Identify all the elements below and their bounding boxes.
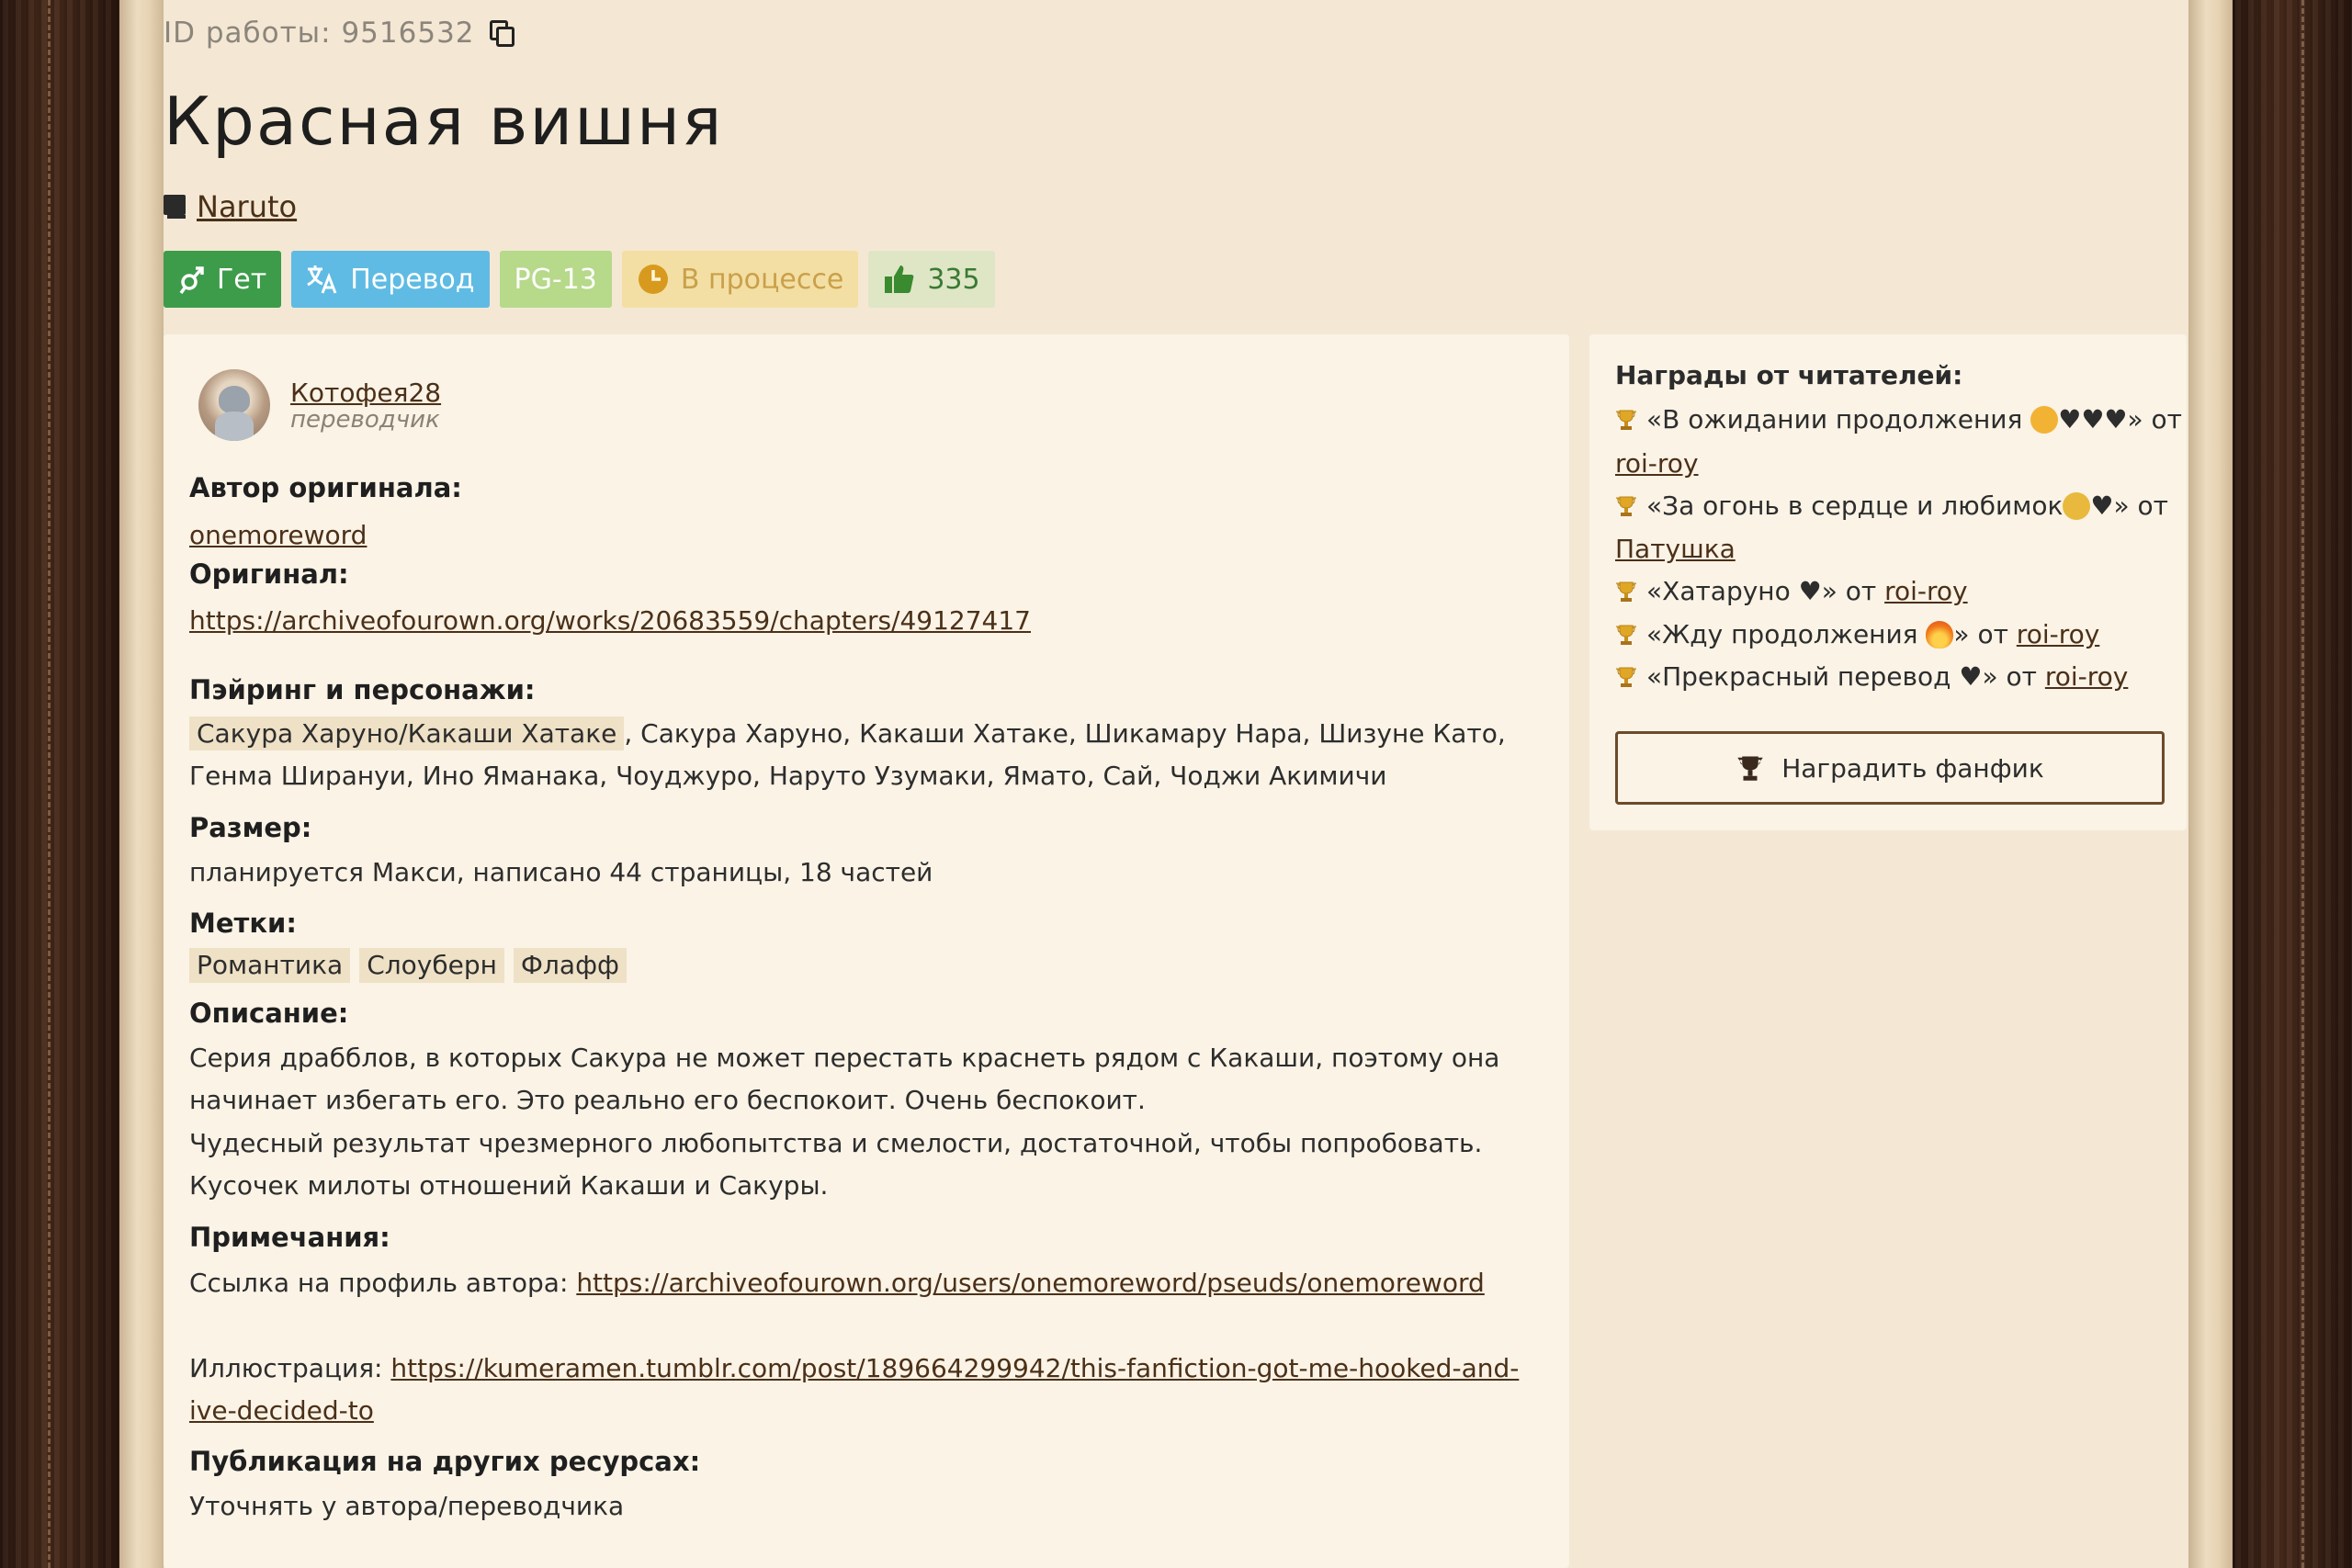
translation-label: Перевод <box>350 263 475 296</box>
paper-border-right <box>2188 0 2233 1568</box>
tag-item[interactable]: Романтика <box>189 948 351 983</box>
direction-label: Гет <box>217 263 267 296</box>
trophy-icon <box>1737 756 1763 781</box>
award-giver-link[interactable]: roi-roy <box>2017 619 2100 649</box>
author-profile-link[interactable]: https://archiveofourown.org/users/onemor… <box>576 1268 1485 1298</box>
fandom-link[interactable]: Naruto <box>197 189 297 224</box>
copy-icon[interactable] <box>488 18 515 48</box>
award-item: «Жду продолжения » от roi-roy <box>1615 614 2099 656</box>
publication-value: Уточнять у автора/переводчика <box>189 1491 625 1521</box>
award-giver-link[interactable]: Патушка <box>1615 534 1736 564</box>
size-label: Размер: <box>189 812 312 843</box>
award-fanfic-button[interactable]: Наградить фанфик <box>1615 731 2165 805</box>
work-id: ID работы: 9516532 <box>164 17 515 50</box>
description-line: Чудесный результат чрезмерного любопытст… <box>189 1128 1483 1158</box>
trophy-icon <box>1616 667 1636 687</box>
characters-line-2[interactable]: Генма Ширануи, Ино Яманака, Чоуджуро, На… <box>189 755 1386 797</box>
original-author-link[interactable]: onemoreword <box>189 520 367 550</box>
fandom: Naruto <box>164 189 297 224</box>
description-line: начинает избегать его. Это реально его б… <box>189 1085 1146 1115</box>
wood-frame-left <box>0 0 119 1568</box>
clock-icon <box>638 265 668 294</box>
award-giver-link[interactable]: roi-roy <box>2045 661 2129 692</box>
author-block: Котофея28 переводчик <box>198 369 441 441</box>
author-link[interactable]: Котофея28 <box>290 378 441 408</box>
characters-line-1[interactable]: , Сакура Харуно, Какаши Хатаке, Шикамару… <box>624 718 1505 749</box>
award-item: «За огонь в сердце и любимок ♥» от <box>1615 485 2168 527</box>
description-line: Кусочек милоты отношений Какаши и Сакуры… <box>189 1170 829 1201</box>
direction-badge[interactable]: Гет <box>164 251 282 308</box>
tags-list: Романтика Слоуберн Флафф <box>189 948 636 983</box>
rating-label: PG-13 <box>514 263 597 296</box>
awards-title: Награды от читателей: <box>1615 360 1963 390</box>
gender-icon <box>179 266 204 295</box>
pairing-label: Пэйринг и персонажи: <box>189 674 536 705</box>
page-content: ID работы: 9516532 Красная вишня Naruto … <box>164 0 2188 1568</box>
pairing-tag[interactable]: Сакура Харуно/Какаши Хатаке <box>189 716 625 750</box>
award-item: «Хатаруно ♥» от roi-roy <box>1615 570 1968 613</box>
illustration-link[interactable]: https://kumeramen.tumblr.com/post/189664… <box>390 1353 1519 1383</box>
award-giver-link[interactable]: roi-roy <box>1615 448 1699 479</box>
status-label: В процессе <box>680 263 844 296</box>
likes-badge[interactable]: 335 <box>868 251 995 308</box>
badge-row: Гет Перевод PG-13 В процессе 335 <box>164 251 995 308</box>
smiling-face-emoji <box>2030 406 2059 434</box>
publication-label: Публикация на других ресурсах: <box>189 1446 701 1477</box>
award-giver-link[interactable]: roi-roy <box>1884 576 1968 606</box>
worried-face-emoji <box>2063 492 2091 520</box>
original-author-label: Автор оригинала: <box>189 472 462 503</box>
page-title: Красная вишня <box>164 83 724 160</box>
original-label: Оригинал: <box>189 558 349 590</box>
paper-border-left <box>119 0 164 1568</box>
tag-item[interactable]: Слоуберн <box>359 948 504 983</box>
notes-label: Примечания: <box>189 1222 390 1253</box>
description-line: Серия драбблов, в которых Сакура не може… <box>189 1043 1500 1073</box>
rating-badge[interactable]: PG-13 <box>499 251 612 308</box>
likes-count: 335 <box>927 263 980 296</box>
translate-icon <box>307 265 337 294</box>
tag-item[interactable]: Флафф <box>513 948 627 983</box>
size-value: планируется Макси, написано 44 страницы,… <box>189 857 933 887</box>
avatar[interactable] <box>198 369 270 441</box>
fire-emoji <box>1926 621 1954 649</box>
translation-badge[interactable]: Перевод <box>291 251 490 308</box>
trophy-icon <box>1616 496 1636 516</box>
book-icon <box>164 195 187 219</box>
thumbs-up-icon <box>885 265 914 293</box>
award-item: «Прекрасный перевод ♥» от roi-roy <box>1615 656 2128 698</box>
original-url-link[interactable]: https://archiveofourown.org/works/206835… <box>189 605 1031 636</box>
illustration-link-cont[interactable]: ive-decided-to <box>189 1395 374 1426</box>
trophy-icon <box>1616 581 1636 602</box>
notes-profile-prefix: Ссылка на профиль автора: <box>189 1268 577 1298</box>
award-button-label: Наградить фанфик <box>1781 752 2044 784</box>
work-id-text: ID работы: 9516532 <box>164 17 475 50</box>
author-role: переводчик <box>290 405 440 434</box>
wood-frame-right <box>2233 0 2352 1568</box>
work-info-card: Котофея28 переводчик Автор оригинала: on… <box>164 334 1569 1568</box>
trophy-icon <box>1616 625 1636 645</box>
notes-illustration-prefix: Иллюстрация: <box>189 1353 391 1383</box>
trophy-icon <box>1616 410 1636 430</box>
status-badge[interactable]: В процессе <box>621 251 859 308</box>
tags-label: Метки: <box>189 908 297 939</box>
awards-card: Награды от читателей: «В ожидании продол… <box>1589 334 2187 830</box>
award-item: «В ожидании продолжения ♥♥♥» от <box>1615 399 2182 441</box>
description-label: Описание: <box>189 998 349 1029</box>
